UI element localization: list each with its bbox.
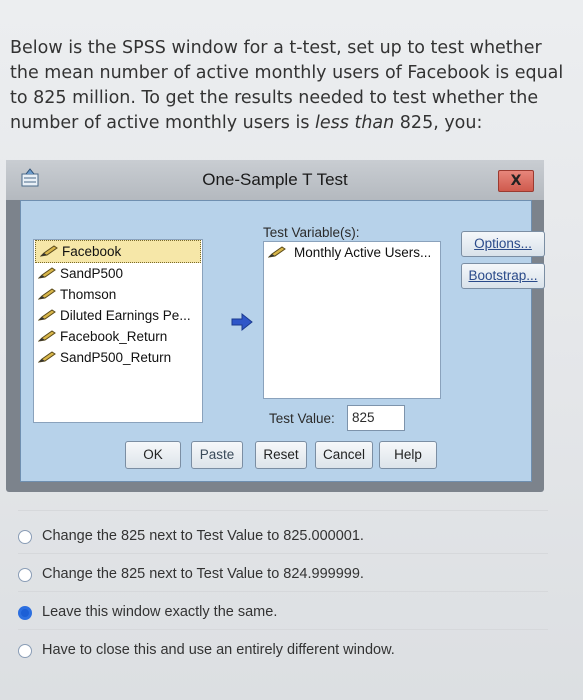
- source-variable-list[interactable]: Facebook SandP500 Thomson Diluted Earnin…: [33, 239, 203, 423]
- spss-dialog: One-Sample T Test X Facebook SandP500 Th…: [6, 160, 545, 492]
- dialog-titlebar[interactable]: One-Sample T Test X: [6, 160, 544, 200]
- scale-variable-icon: [268, 246, 286, 258]
- variable-label: SandP500: [60, 266, 124, 281]
- variable-label: Facebook_Return: [60, 329, 168, 344]
- question-text: Below is the SPSS window for a t-test, s…: [10, 36, 570, 136]
- reset-button[interactable]: Reset: [255, 441, 307, 469]
- variable-item[interactable]: Facebook_Return: [34, 326, 202, 347]
- scale-variable-icon: [40, 245, 58, 257]
- scale-variable-icon: [38, 267, 56, 279]
- move-right-arrow-icon[interactable]: [229, 311, 255, 333]
- divider: [18, 591, 548, 592]
- close-button[interactable]: X: [498, 170, 534, 192]
- test-value-input[interactable]: 825: [347, 405, 405, 431]
- bootstrap-button[interactable]: Bootstrap...: [461, 263, 545, 289]
- radio-button-selected[interactable]: [18, 606, 32, 620]
- radio-button[interactable]: [18, 530, 32, 544]
- answer-option[interactable]: Change the 825 next to Test Value to 825…: [18, 526, 538, 552]
- answer-option[interactable]: Have to close this and use an entirely d…: [18, 640, 538, 666]
- test-variables-label: Test Variable(s):: [263, 225, 360, 240]
- variable-item[interactable]: Diluted Earnings Pe...: [34, 305, 202, 326]
- variable-label: Thomson: [60, 287, 117, 302]
- paste-button[interactable]: Paste: [191, 441, 243, 469]
- test-variable-label: Monthly Active Users...: [294, 245, 432, 260]
- dialog-title: One-Sample T Test: [202, 170, 348, 189]
- variable-label: Diluted Earnings Pe...: [60, 308, 191, 323]
- variable-item[interactable]: Facebook: [35, 240, 201, 263]
- answer-option[interactable]: Leave this window exactly the same.: [18, 602, 538, 628]
- help-button[interactable]: Help: [379, 441, 437, 469]
- cancel-button[interactable]: Cancel: [315, 441, 373, 469]
- test-variable-item[interactable]: Monthly Active Users...: [264, 242, 440, 263]
- test-value-label: Test Value:: [269, 411, 335, 426]
- answer-text: Change the 825 next to Test Value to 824…: [42, 566, 364, 582]
- variable-item[interactable]: SandP500: [34, 263, 202, 284]
- answer-text: Have to close this and use an entirely d…: [42, 642, 395, 658]
- test-variables-list[interactable]: Monthly Active Users...: [263, 241, 441, 399]
- variable-item[interactable]: SandP500_Return: [34, 347, 202, 368]
- scale-variable-icon: [38, 309, 56, 321]
- radio-button[interactable]: [18, 568, 32, 582]
- variable-label: SandP500_Return: [60, 350, 172, 365]
- divider: [18, 553, 548, 554]
- options-button[interactable]: Options...: [461, 231, 545, 257]
- radio-button[interactable]: [18, 644, 32, 658]
- ok-button[interactable]: OK: [125, 441, 181, 469]
- answer-option[interactable]: Change the 825 next to Test Value to 824…: [18, 564, 538, 590]
- scale-variable-icon: [38, 351, 56, 363]
- scale-variable-icon: [38, 288, 56, 300]
- variable-label: Facebook: [62, 244, 122, 259]
- scale-variable-icon: [38, 330, 56, 342]
- question-text-part2: 825, you:: [394, 113, 483, 133]
- divider: [18, 629, 548, 630]
- answer-text: Leave this window exactly the same.: [42, 604, 278, 620]
- answer-text: Change the 825 next to Test Value to 825…: [42, 528, 364, 544]
- variable-item[interactable]: Thomson: [34, 284, 202, 305]
- question-emphasis: less than: [315, 113, 395, 133]
- dialog-body: Facebook SandP500 Thomson Diluted Earnin…: [20, 200, 545, 482]
- divider: [18, 510, 548, 511]
